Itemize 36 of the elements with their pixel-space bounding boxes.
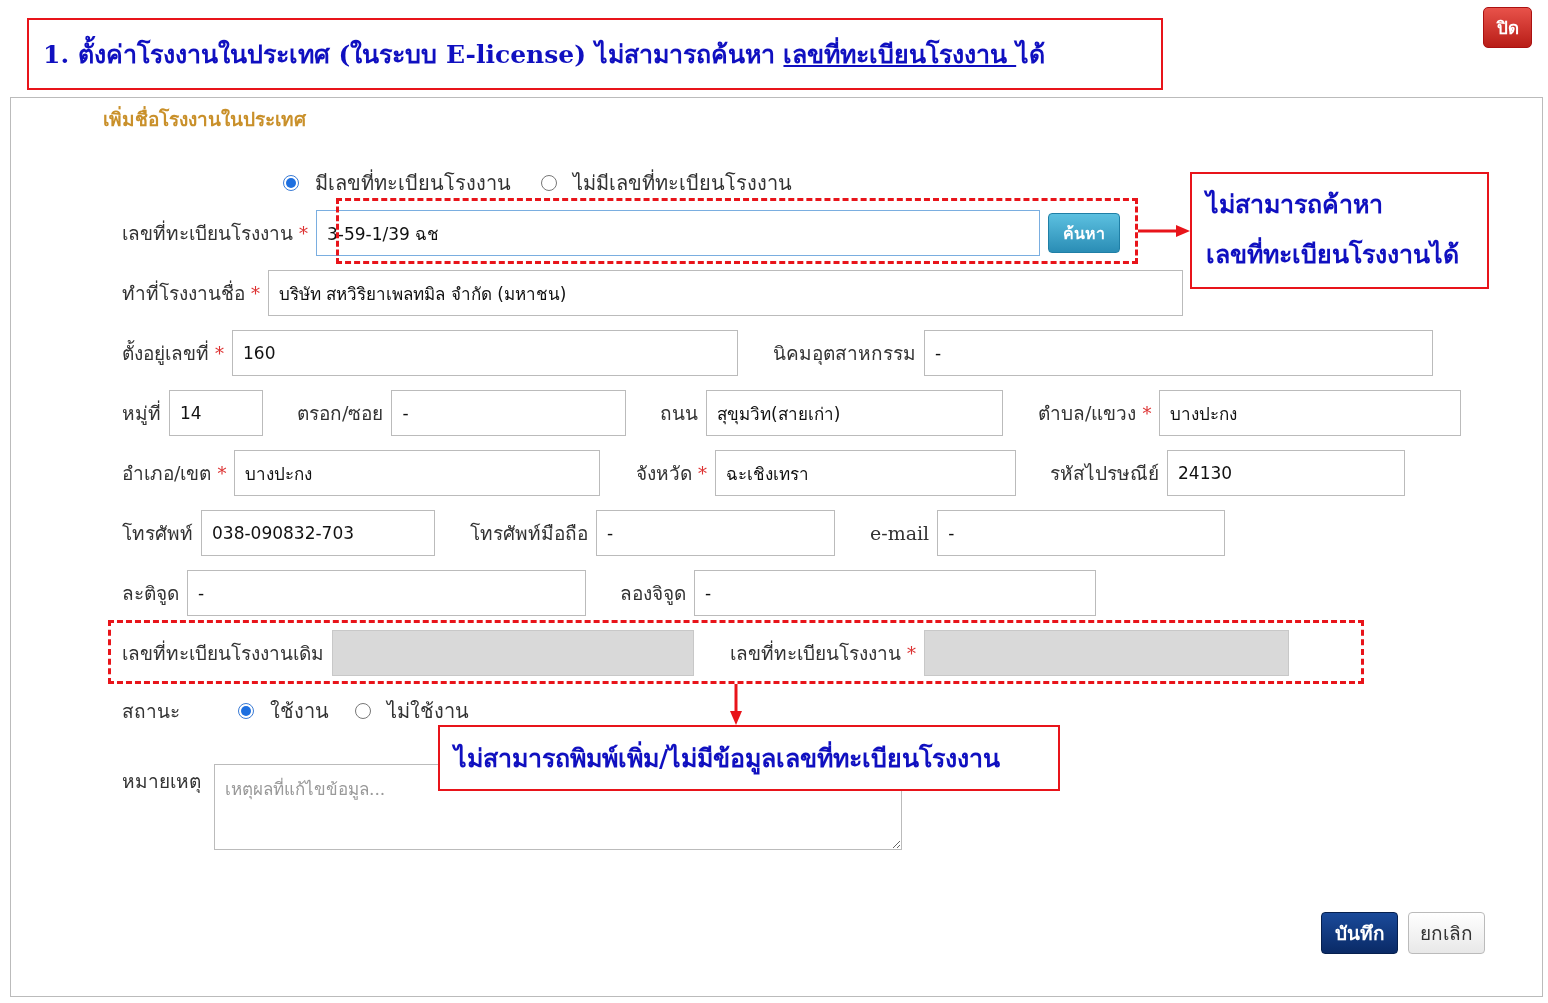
status-label: สถานะ [122,699,181,724]
field-label: โทรศัพท์มือถือ [470,521,588,546]
field-label: โทรศัพท์ [122,521,193,546]
radio-label: ไม่มีเลขที่ทะเบียนโรงงาน [573,168,792,197]
annotation-title: 1. ตั้งค่าโรงงานในประเทศ (ในระบบ E-license) ไม่สามารถค้นหา เลขที่ทะเบียนโรงงาน ได้ [27,18,1163,90]
field-label: ถนน [660,401,698,426]
field-label: รหัสไปรษณีย์ [1050,461,1159,486]
callout-line: เลขที่ทะเบียนโรงงานได้ [1206,234,1487,274]
field-label: e-mail [870,522,930,544]
callout-line: ไม่สามารถค้าหา [1206,188,1384,221]
radio-label: ไม่ใช้งาน [387,698,469,725]
required-mark: * [907,642,916,664]
field-label: นิคมอุตสาหกรรม [773,341,916,367]
field-label: อำเภอ/เขต [122,461,212,486]
form-heading: เพิ่มชื่อโรงงานในประเทศ [103,105,308,130]
required-mark: * [299,222,308,244]
radio-label: มีเลขที่ทะเบียนโรงงาน [315,168,511,197]
field-label: ทำที่โรงงานชื่อ [122,279,245,306]
field-label: เลขที่ทะเบียนโรงงานเดิม [122,639,324,666]
field-label: ละติจูด [122,581,179,607]
remark-label: หมายเหตุ [122,769,202,795]
required-mark: * [1142,402,1152,424]
required-mark: * [217,462,227,484]
field-label: ตรอก/ซอย [297,401,384,426]
field-label: หมู่ที่ [122,399,161,427]
field-label: เลขที่ทะเบียนโรงงาน [730,639,901,666]
required-mark: * [251,282,260,304]
annotation-tooltip: ไม่สามารถพิมพ์เพิ่ม/ไม่มีข้อมูลเลขที่ทะเบียนโรงงาน [438,725,1060,791]
field-label: ตั้งอยู่เลขที่ [122,339,209,367]
field-label: ลองจิจูด [620,581,686,607]
radio-label: ใช้งาน [270,698,329,725]
field-label: ตำบล/แขวง [1038,401,1137,426]
field-label: จังหวัด [636,461,692,486]
required-mark: * [698,462,707,484]
field-label: เลขที่ทะเบียนโรงงาน [122,219,293,246]
required-mark: * [215,342,224,364]
